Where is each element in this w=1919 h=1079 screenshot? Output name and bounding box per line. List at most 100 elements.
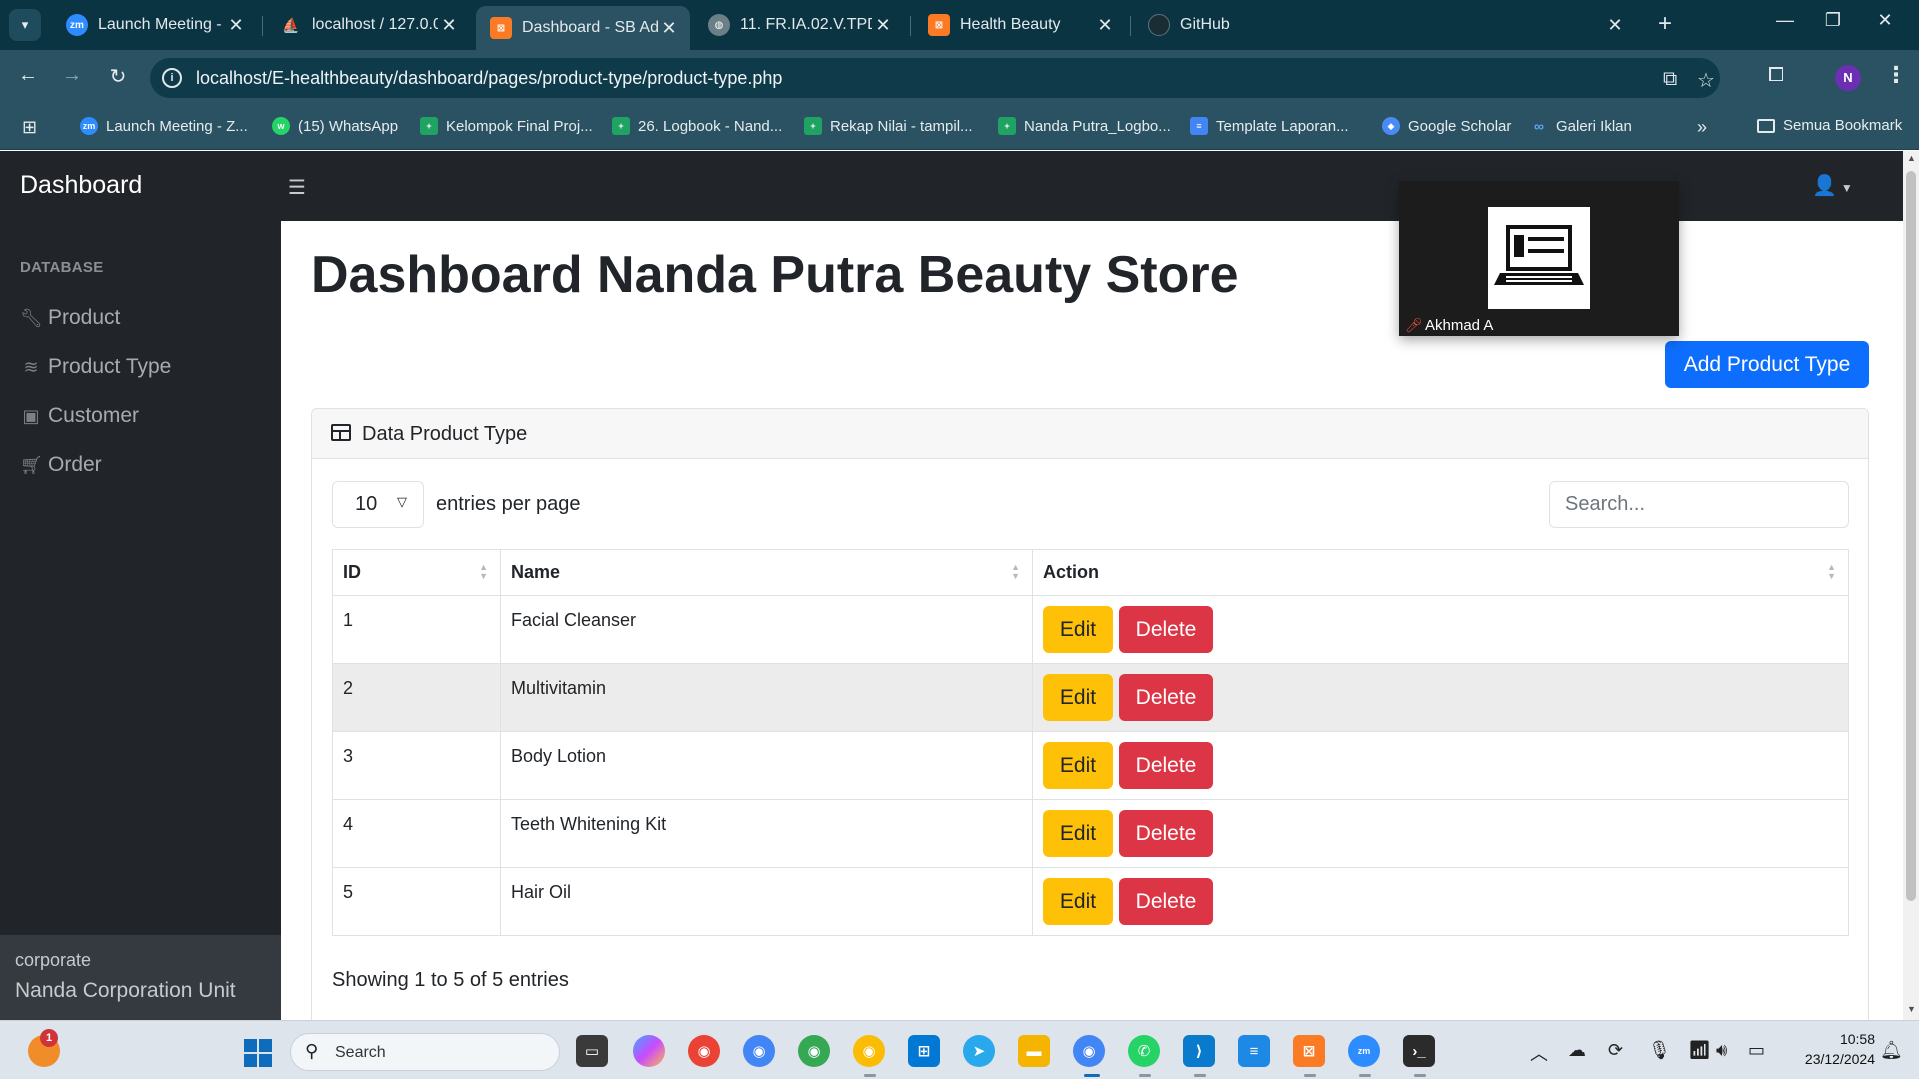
task-view-icon[interactable]: ▭ (576, 1035, 608, 1067)
scroll-up-icon[interactable]: ▲ (1907, 153, 1916, 163)
tab-github[interactable]: GitHub ✕ (1134, 6, 1636, 44)
tab-fria[interactable]: ◍ 11. FR.IA.02.V.TPD_TUGAS P ✕ (694, 6, 904, 44)
xampp-icon[interactable]: ⊠ (1293, 1035, 1325, 1067)
wifi-icon[interactable]: 📶︎ (1688, 1040, 1711, 1061)
chrome-profile-icon[interactable]: ◉ (853, 1035, 885, 1067)
search-icon: ⚲ (305, 1041, 319, 1061)
edit-button[interactable]: Edit (1043, 878, 1113, 925)
tab-search-chevron-icon[interactable]: ▾ (9, 9, 41, 41)
laptop-logo-icon (1494, 225, 1584, 285)
chevron-up-icon[interactable]: ︿ (1530, 1040, 1548, 1066)
bookmark-item[interactable]: + Nanda Putra_Logbo... (998, 117, 1171, 135)
whatsapp-icon[interactable]: ✆ (1128, 1035, 1160, 1067)
edit-button[interactable]: Edit (1043, 810, 1113, 857)
tab-health-beauty[interactable]: ⊠ Health Beauty ✕ (914, 6, 1126, 44)
table-row: 1 Facial Cleanser Edit Delete (332, 595, 1849, 664)
whatsapp-icon: w (272, 117, 290, 135)
window-close-icon[interactable]: ✕ (1865, 10, 1905, 31)
copilot-icon[interactable] (633, 1035, 665, 1067)
column-header-name[interactable]: Name ▲ ▼ (500, 549, 1033, 596)
chrome-icon[interactable]: ◉ (688, 1035, 720, 1067)
sync-icon[interactable]: ⟳ (1608, 1040, 1623, 1061)
bookmark-item[interactable]: zm Launch Meeting - Z... (80, 117, 248, 135)
all-bookmarks-folder[interactable]: Semua Bookmark (1757, 117, 1902, 134)
footer-label: corporate (15, 950, 92, 970)
sidebar-item-customer[interactable]: ▣ Customer (20, 404, 139, 428)
close-icon[interactable]: ✕ (658, 18, 680, 39)
more-menu-icon[interactable]: ⋮ (1885, 62, 1907, 88)
close-icon[interactable]: ✕ (1604, 15, 1626, 36)
bookmark-item[interactable]: + Kelompok Final Proj... (420, 117, 593, 135)
store-icon[interactable]: ⊞ (908, 1035, 940, 1067)
reload-icon[interactable]: ↻ (103, 64, 133, 89)
terminal-icon[interactable]: ›_ (1403, 1035, 1435, 1067)
bookmark-item[interactable]: + Rekap Nilai - tampil... (804, 117, 973, 135)
delete-button[interactable]: Delete (1119, 810, 1214, 857)
chrome-profile-icon[interactable]: ◉ (798, 1035, 830, 1067)
delete-button[interactable]: Delete (1119, 606, 1214, 653)
minimize-icon[interactable]: — (1765, 10, 1805, 31)
profile-avatar[interactable]: N (1835, 65, 1861, 91)
sidebar-toggle-icon[interactable]: ☰ (288, 175, 306, 200)
notepad-icon[interactable]: ≡ (1238, 1035, 1270, 1067)
edit-button[interactable]: Edit (1043, 674, 1113, 721)
sidebar-item-product-type[interactable]: ≋ Product Type (20, 355, 171, 379)
star-icon[interactable]: ☆ (1697, 68, 1715, 93)
forward-icon[interactable]: → (57, 64, 87, 87)
chrome-profile-icon[interactable]: ◉ (743, 1035, 775, 1067)
user-dropdown[interactable]: 👤 ▼ (1812, 173, 1853, 198)
column-header-id[interactable]: ID ▲ ▼ (332, 549, 501, 596)
tab-dashboard-active[interactable]: ⊠ Dashboard - SB Admin ✕ (476, 6, 690, 50)
volume-icon[interactable]: 🔊︎ (1716, 1040, 1727, 1061)
scroll-down-icon[interactable]: ▼ (1907, 1004, 1916, 1014)
page-scrollbar[interactable]: ▲ ▼ (1903, 151, 1919, 1020)
onedrive-icon[interactable]: ☁ (1568, 1040, 1586, 1061)
edit-button[interactable]: Edit (1043, 742, 1113, 789)
telegram-icon[interactable]: ➤ (963, 1035, 995, 1067)
site-info-icon[interactable]: i (162, 68, 182, 88)
delete-button[interactable]: Delete (1119, 742, 1214, 789)
close-icon[interactable]: ✕ (872, 15, 894, 36)
windows-start-icon[interactable] (244, 1039, 272, 1067)
scrollbar-thumb[interactable] (1906, 171, 1916, 901)
file-explorer-icon[interactable]: ▬ (1018, 1035, 1050, 1067)
bookmark-item[interactable]: ≡ Template Laporan... (1190, 117, 1349, 135)
translate-icon[interactable]: ⧉ (1663, 68, 1677, 91)
clock-date[interactable]: 23/12/2024 (1765, 1051, 1875, 1067)
battery-icon[interactable]: ▭ (1748, 1040, 1765, 1061)
entries-per-page-select[interactable]: 10 ▽ (332, 481, 424, 528)
vscode-icon[interactable]: ⟩ (1183, 1035, 1215, 1067)
clock-time[interactable]: 10:58 (1795, 1031, 1875, 1047)
column-header-action[interactable]: Action ▲ ▼ (1032, 549, 1849, 596)
apps-grid-icon[interactable]: ⊞ (22, 117, 37, 138)
close-icon[interactable]: ✕ (438, 15, 460, 36)
microphone-icon[interactable]: 🎙︎ (1648, 1040, 1671, 1061)
address-bar[interactable]: i localhost/E-healthbeauty/dashboard/pag… (150, 58, 1720, 98)
zoom-video-overlay[interactable]: 🎤︎ Akhmad A (1399, 181, 1679, 336)
extensions-icon[interactable]: ⧠ (1768, 64, 1784, 87)
navbar-brand[interactable]: Dashboard (20, 171, 142, 200)
notification-bell-icon[interactable]: 🔔︎ (1880, 1040, 1903, 1061)
sidebar-item-order[interactable]: 🛒︎ Order (20, 453, 102, 477)
delete-button[interactable]: Delete (1119, 878, 1214, 925)
zoom-icon[interactable]: zm (1348, 1035, 1380, 1067)
close-icon[interactable]: ✕ (225, 15, 247, 36)
new-tab-icon[interactable]: + (1650, 10, 1680, 40)
tab-phpmyadmin[interactable]: ⛵ localhost / 127.0.0.1 / dbhe ✕ (266, 6, 470, 44)
tab-zoom[interactable]: zm Launch Meeting - Zoom ✕ (52, 6, 257, 44)
bookmark-item[interactable]: ◆ Google Scholar (1382, 117, 1511, 135)
bookmark-item[interactable]: w (15) WhatsApp (272, 117, 398, 135)
sidebar-item-product[interactable]: 🔧︎ Product (20, 306, 120, 330)
bookmark-item[interactable]: + 26. Logbook - Nand... (612, 117, 782, 135)
search-input[interactable] (1549, 481, 1849, 528)
restore-icon[interactable]: ❐ (1813, 10, 1853, 31)
taskbar-search[interactable]: ⚲ Search (290, 1033, 560, 1071)
add-product-type-button[interactable]: Add Product Type (1665, 341, 1869, 388)
more-bookmarks-icon[interactable]: » (1697, 117, 1707, 138)
back-icon[interactable]: ← (13, 64, 43, 87)
edit-button[interactable]: Edit (1043, 606, 1113, 653)
delete-button[interactable]: Delete (1119, 674, 1214, 721)
close-icon[interactable]: ✕ (1094, 15, 1116, 36)
bookmark-item[interactable]: ∞ Galeri Iklan (1530, 117, 1632, 135)
chrome-active-icon[interactable]: ◉ (1073, 1035, 1105, 1067)
